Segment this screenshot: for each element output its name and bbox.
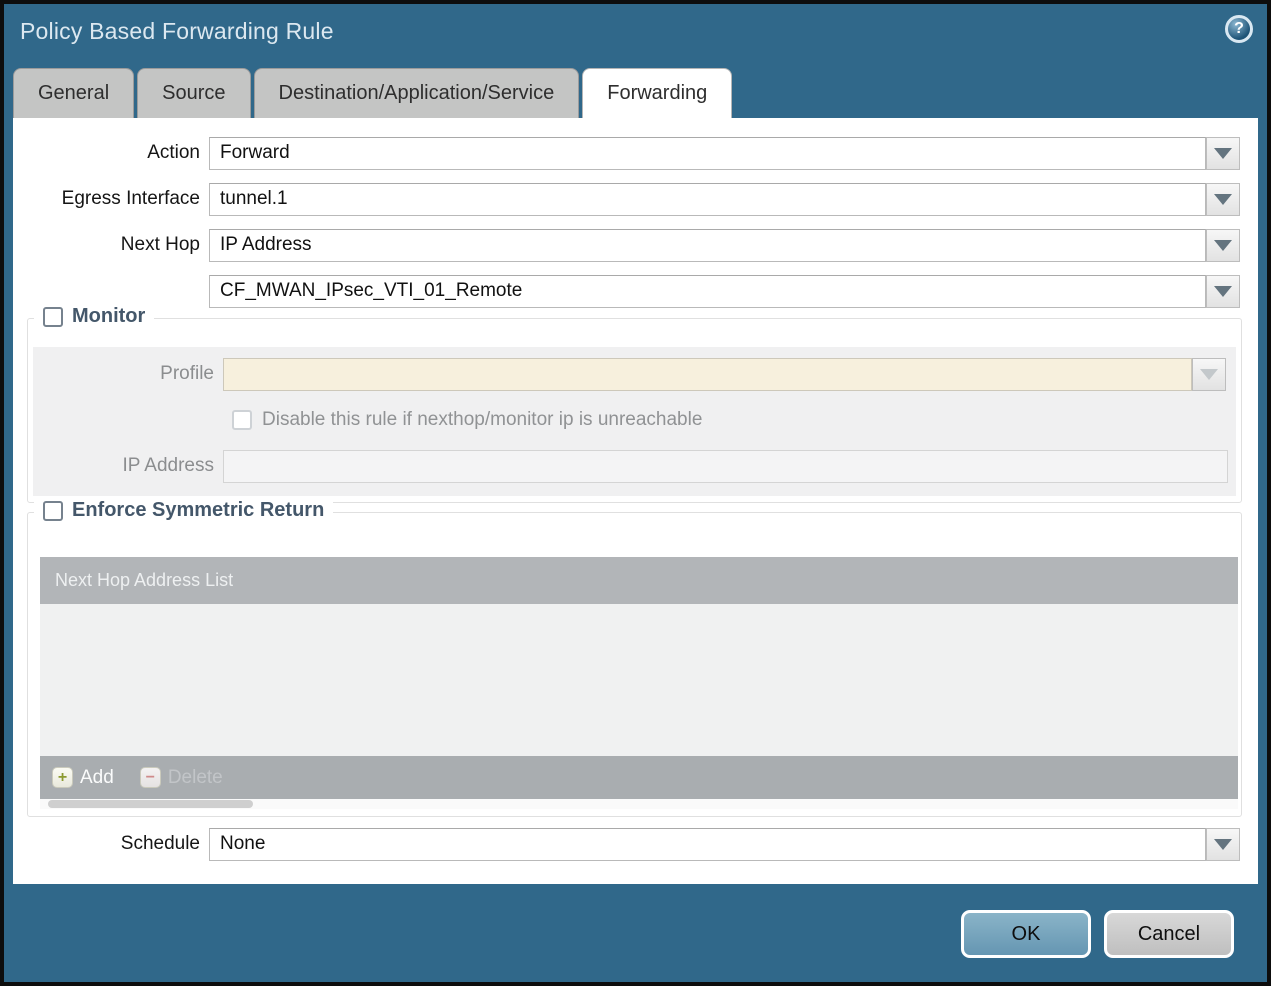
schedule-label: Schedule [120,833,200,854]
monitor-checkbox[interactable] [43,306,63,327]
monitor-section: Monitor Profile Disable this rule if nex… [27,305,1242,503]
symmetric-return-section: Enforce Symmetric Return Next Hop Addres… [27,499,1242,817]
tab-forwarding[interactable]: Forwarding [582,68,733,118]
chevron-down-icon [1214,239,1232,251]
chevron-down-icon [1214,147,1232,159]
action-select[interactable]: Forward [209,136,1206,170]
schedule-select[interactable]: None [209,827,1206,861]
next-hop-type-dropdown-button[interactable] [1206,228,1240,262]
next-hop-address-list-header: Next Hop Address List [40,557,1238,604]
chevron-down-icon [1214,838,1232,850]
table-footer-toolbar: + Add − Delete [40,756,1238,799]
next-hop-address-select[interactable]: CF_MWAN_IPsec_VTI_01_Remote [209,274,1206,308]
disable-rule-checkbox [232,410,252,430]
chevron-down-icon [1214,285,1232,297]
minus-icon: − [139,767,161,788]
scrollbar-thumb[interactable] [48,800,253,808]
monitor-ip-address-input [223,449,1228,483]
action-dropdown-button[interactable] [1206,136,1240,170]
next-hop-address-list-body[interactable] [40,604,1238,756]
egress-interface-dropdown-button[interactable] [1206,182,1240,216]
monitor-section-title: Monitor [72,305,146,327]
profile-dropdown-button [1192,357,1226,391]
chevron-down-icon [1200,368,1218,380]
help-icon[interactable]: ? [1225,15,1253,43]
next-hop-address-table: Next Hop Address List + Add − Delete [40,557,1238,809]
tab-bar: General Source Destination/Application/S… [13,68,733,118]
action-label: Action [147,142,200,163]
symmetric-return-section-title: Enforce Symmetric Return [72,499,325,521]
forwarding-tab-panel: Action Forward Egress Interface tunnel.1… [13,118,1258,884]
monitor-ip-address-label: IP Address [122,455,214,476]
next-hop-address-dropdown-button[interactable] [1206,274,1240,308]
tab-general[interactable]: General [13,68,135,118]
egress-interface-label: Egress Interface [61,188,200,209]
tab-destination-application-service[interactable]: Destination/Application/Service [253,68,580,118]
dialog-title: Policy Based Forwarding Rule [20,18,334,44]
profile-label: Profile [160,363,214,384]
egress-interface-select[interactable]: tunnel.1 [209,182,1206,216]
schedule-dropdown-button[interactable] [1206,827,1240,861]
delete-button: − Delete [139,767,223,789]
disable-rule-label: Disable this rule if nexthop/monitor ip … [262,409,703,430]
enforce-symmetric-return-checkbox[interactable] [43,500,63,521]
chevron-down-icon [1214,193,1232,205]
horizontal-scrollbar[interactable] [40,799,1238,809]
plus-icon: + [52,767,73,788]
profile-select [223,357,1192,391]
tab-source[interactable]: Source [137,68,251,118]
next-hop-label: Next Hop [120,234,200,255]
next-hop-type-select[interactable]: IP Address [209,228,1206,262]
add-button[interactable]: + Add [52,767,114,789]
cancel-button[interactable]: Cancel [1104,910,1234,958]
policy-based-forwarding-dialog: Policy Based Forwarding Rule ? General S… [0,0,1271,986]
monitor-panel: Profile Disable this rule if nexthop/mon… [33,347,1236,496]
ok-button[interactable]: OK [961,910,1091,958]
